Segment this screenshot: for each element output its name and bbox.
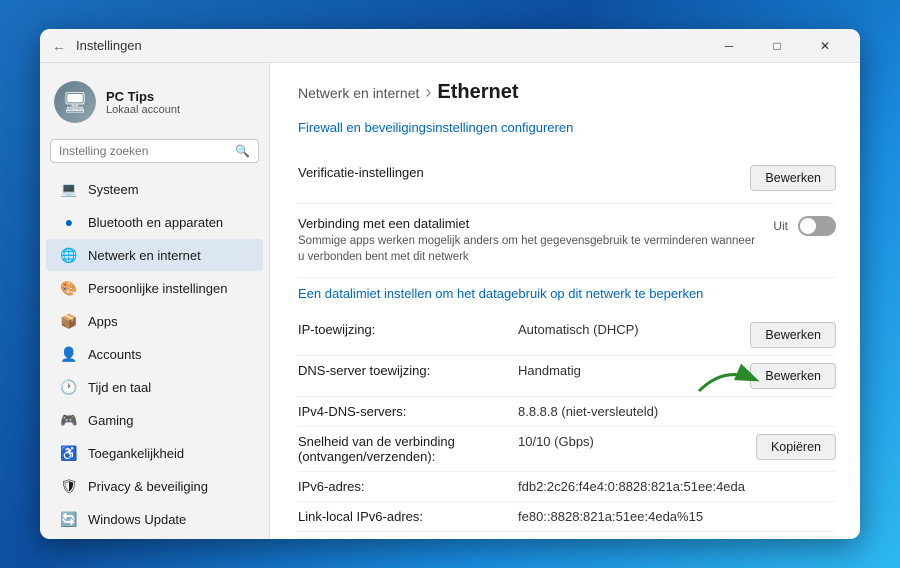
sidebar-label-tijd: Tijd en taal	[88, 380, 151, 395]
ipv4dns-label: IPv4-DNS-servers:	[298, 404, 518, 419]
verificatie-row: Verificatie-instellingen Bewerken	[298, 153, 836, 204]
sidebar-label-netwerk: Netwerk en internet	[88, 248, 201, 263]
sidebar-item-tijd[interactable]: 🕐 Tijd en taal	[46, 371, 263, 403]
sidebar-label-apps: Apps	[88, 314, 118, 329]
ipv4dns-value: 8.8.8.8 (niet-versleuteld)	[518, 404, 836, 419]
search-icon: 🔍	[235, 144, 250, 158]
linklocal-label: Link-local IPv6-adres:	[298, 509, 518, 524]
persoonlijk-icon: 🎨	[60, 279, 78, 297]
info-row-ipv4dns: IPv4-DNS-servers: 8.8.8.8 (niet-versleut…	[298, 397, 836, 427]
sidebar-item-privacy[interactable]: 🛡 Privacy & beveiliging	[46, 470, 263, 502]
verbinding-desc: Sommige apps werken mogelijk anders om h…	[298, 233, 763, 265]
gaming-icon: 🎮	[60, 411, 78, 429]
toggle-label: Uit	[773, 219, 788, 233]
sidebar-item-update[interactable]: 🔄 Windows Update	[46, 503, 263, 535]
sidebar-label-privacy: Privacy & beveiliging	[88, 479, 208, 494]
ip-value: Automatisch (DHCP)	[518, 322, 750, 337]
sidebar-label-accounts: Accounts	[88, 347, 141, 362]
ipv6-label: IPv6-adres:	[298, 479, 518, 494]
verbinding-toggle[interactable]	[798, 216, 836, 236]
sidebar-item-apps[interactable]: 📦 Apps	[46, 305, 263, 337]
breadcrumb: Netwerk en internet › Ethernet	[298, 81, 836, 104]
sidebar-item-netwerk[interactable]: 🌐 Netwerk en internet	[46, 239, 263, 271]
window-controls: ─ □ ✕	[706, 30, 848, 62]
snelheid-value: 10/10 (Gbps)	[518, 434, 756, 449]
info-row-snelheid: Snelheid van de verbinding(ontvangen/ver…	[298, 427, 836, 472]
window-title: Instellingen	[76, 38, 706, 53]
search-input[interactable]	[59, 144, 235, 158]
sidebar-label-gaming: Gaming	[88, 413, 134, 428]
verbinding-row: Verbinding met een datalimiet Sommige ap…	[298, 204, 836, 278]
tijd-icon: 🕐	[60, 378, 78, 396]
minimize-button[interactable]: ─	[706, 30, 752, 62]
sidebar-label-systeem: Systeem	[88, 182, 139, 197]
verbinding-label: Verbinding met een datalimiet	[298, 216, 763, 231]
ip-label: IP-toewijzing:	[298, 322, 518, 337]
maximize-button[interactable]: □	[754, 30, 800, 62]
sidebar-label-update: Windows Update	[88, 512, 186, 527]
netwerk-icon: 🌐	[60, 246, 78, 264]
systeem-icon: 💻	[60, 180, 78, 198]
main-panel: Netwerk en internet › Ethernet Firewall …	[270, 63, 860, 539]
breadcrumb-separator: ›	[425, 82, 431, 103]
apps-icon: 📦	[60, 312, 78, 330]
search-box[interactable]: 🔍	[50, 139, 259, 163]
sidebar-item-gaming[interactable]: 🎮 Gaming	[46, 404, 263, 436]
sidebar-label-toegankelijkheid: Toegankelijkheid	[88, 446, 184, 461]
titlebar: ← Instellingen ─ □ ✕	[40, 29, 860, 63]
toegankelijkheid-icon: ♿	[60, 444, 78, 462]
back-button[interactable]: ←	[52, 38, 66, 54]
accounts-icon: 👤	[60, 345, 78, 363]
settings-window: ← Instellingen ─ □ ✕ 🖥 PC Tips Lokaal ac…	[40, 29, 860, 539]
sidebar: 🖥 PC Tips Lokaal account 🔍 💻 Systeem ● B…	[40, 63, 270, 539]
sidebar-item-bluetooth[interactable]: ● Bluetooth en apparaten	[46, 206, 263, 238]
green-arrow-icon	[694, 361, 764, 397]
verificatie-label: Verificatie-instellingen	[298, 165, 740, 180]
sidebar-item-toegankelijkheid[interactable]: ♿ Toegankelijkheid	[46, 437, 263, 469]
bluetooth-icon: ●	[60, 213, 78, 231]
breadcrumb-current: Ethernet	[437, 81, 518, 104]
ip-bewerken-button[interactable]: Bewerken	[750, 322, 836, 348]
datalimiet-link[interactable]: Een datalimiet instellen om het datagebr…	[298, 286, 836, 301]
firewall-link[interactable]: Firewall en beveiligingsinstellingen con…	[298, 120, 836, 135]
sidebar-item-persoonlijk[interactable]: 🎨 Persoonlijke instellingen	[46, 272, 263, 304]
info-row-ip: IP-toewijzing: Automatisch (DHCP) Bewerk…	[298, 315, 836, 356]
sidebar-label-persoonlijk: Persoonlijke instellingen	[88, 281, 227, 296]
user-name: PC Tips	[106, 89, 180, 104]
user-subtitle: Lokaal account	[106, 104, 180, 116]
privacy-icon: 🛡	[60, 477, 78, 495]
toggle-knob	[800, 218, 816, 234]
info-row-linklocal: Link-local IPv6-adres: fe80::8828:821a:5…	[298, 502, 836, 532]
dns-label: DNS-server toewijzing:	[298, 363, 518, 378]
sidebar-item-systeem[interactable]: 💻 Systeem	[46, 173, 263, 205]
info-row-dns: DNS-server toewijzing: Handmatig	[298, 356, 836, 397]
snelheid-label: Snelheid van de verbinding(ontvangen/ver…	[298, 434, 518, 464]
linklocal-value: fe80::8828:821a:51ee:4eda%15	[518, 509, 836, 524]
close-button[interactable]: ✕	[802, 30, 848, 62]
info-row-ipv6dns: IPv6-DNS-servers: fe80::21c:42ff:fe00:18…	[298, 532, 836, 539]
verificatie-bewerken-button[interactable]: Bewerken	[750, 165, 836, 191]
info-row-ipv6: IPv6-adres: fdb2:2c26:f4e4:0:8828:821a:5…	[298, 472, 836, 502]
sidebar-item-accounts[interactable]: 👤 Accounts	[46, 338, 263, 370]
kopieren-button[interactable]: Kopiëren	[756, 434, 836, 460]
avatar: 🖥	[54, 81, 96, 123]
breadcrumb-parent: Netwerk en internet	[298, 85, 419, 101]
update-icon: 🔄	[60, 510, 78, 528]
ipv6-value: fdb2:2c26:f4e4:0:8828:821a:51ee:4eda	[518, 479, 836, 494]
info-grid: IP-toewijzing: Automatisch (DHCP) Bewerk…	[298, 315, 836, 539]
main-content: 🖥 PC Tips Lokaal account 🔍 💻 Systeem ● B…	[40, 63, 860, 539]
user-section: 🖥 PC Tips Lokaal account	[40, 73, 269, 135]
sidebar-label-bluetooth: Bluetooth en apparaten	[88, 215, 223, 230]
